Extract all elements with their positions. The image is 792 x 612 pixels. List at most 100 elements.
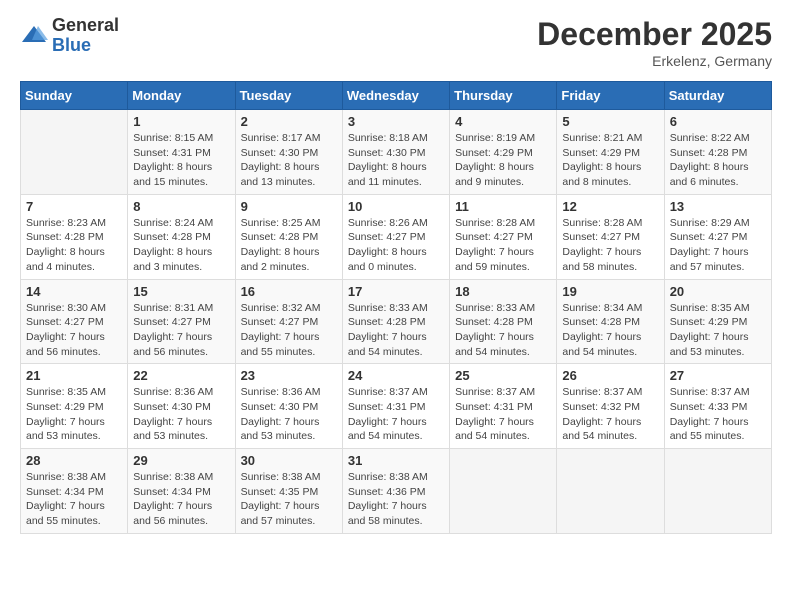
day-number: 25 — [455, 368, 551, 383]
day-info: Sunrise: 8:23 AM Sunset: 4:28 PM Dayligh… — [26, 216, 122, 275]
day-info: Sunrise: 8:34 AM Sunset: 4:28 PM Dayligh… — [562, 301, 658, 360]
day-number: 17 — [348, 284, 444, 299]
calendar-week-row: 1 Sunrise: 8:15 AM Sunset: 4:31 PM Daylig… — [21, 110, 772, 195]
calendar-cell: 9 Sunrise: 8:25 AM Sunset: 4:28 PM Daylig… — [235, 194, 342, 279]
calendar-cell: 21 Sunrise: 8:35 AM Sunset: 4:29 PM Dayli… — [21, 364, 128, 449]
day-info: Sunrise: 8:37 AM Sunset: 4:31 PM Dayligh… — [348, 385, 444, 444]
day-info: Sunrise: 8:37 AM Sunset: 4:31 PM Dayligh… — [455, 385, 551, 444]
day-number: 20 — [670, 284, 766, 299]
title-block: December 2025 Erkelenz, Germany — [537, 16, 772, 69]
calendar-header-row: SundayMondayTuesdayWednesdayThursdayFrid… — [21, 82, 772, 110]
calendar-cell: 11 Sunrise: 8:28 AM Sunset: 4:27 PM Dayli… — [450, 194, 557, 279]
day-of-week-header: Wednesday — [342, 82, 449, 110]
day-info: Sunrise: 8:25 AM Sunset: 4:28 PM Dayligh… — [241, 216, 337, 275]
day-info: Sunrise: 8:35 AM Sunset: 4:29 PM Dayligh… — [26, 385, 122, 444]
logo-general: General — [52, 15, 119, 35]
calendar-cell: 13Sunrise: 8:29 AM Sunset: 4:27 PM Dayli… — [664, 194, 771, 279]
day-info: Sunrise: 8:15 AM Sunset: 4:31 PM Dayligh… — [133, 131, 229, 190]
day-number: 7 — [26, 199, 122, 214]
calendar-cell: 12 Sunrise: 8:28 AM Sunset: 4:27 PM Dayli… — [557, 194, 664, 279]
day-info: Sunrise: 8:17 AM Sunset: 4:30 PM Dayligh… — [241, 131, 337, 190]
day-info: Sunrise: 8:28 AM Sunset: 4:27 PM Dayligh… — [562, 216, 658, 275]
day-info: Sunrise: 8:21 AM Sunset: 4:29 PM Dayligh… — [562, 131, 658, 190]
day-of-week-header: Monday — [128, 82, 235, 110]
location-subtitle: Erkelenz, Germany — [537, 53, 772, 69]
day-number: 21 — [26, 368, 122, 383]
calendar-week-row: 21 Sunrise: 8:35 AM Sunset: 4:29 PM Dayli… — [21, 364, 772, 449]
day-number: 2 — [241, 114, 337, 129]
page-header: General Blue December 2025 Erkelenz, Ger… — [20, 16, 772, 69]
day-info: Sunrise: 8:24 AM Sunset: 4:28 PM Dayligh… — [133, 216, 229, 275]
day-number: 3 — [348, 114, 444, 129]
day-info: Sunrise: 8:38 AM Sunset: 4:34 PM Dayligh… — [133, 470, 229, 529]
day-number: 11 — [455, 199, 551, 214]
calendar-cell: 27 Sunrise: 8:37 AM Sunset: 4:33 PM Dayli… — [664, 364, 771, 449]
calendar-cell: 1 Sunrise: 8:15 AM Sunset: 4:31 PM Daylig… — [128, 110, 235, 195]
day-of-week-header: Saturday — [664, 82, 771, 110]
calendar-cell: 4 Sunrise: 8:19 AM Sunset: 4:29 PM Daylig… — [450, 110, 557, 195]
day-number: 19 — [562, 284, 658, 299]
calendar-cell: 6 Sunrise: 8:22 AM Sunset: 4:28 PM Daylig… — [664, 110, 771, 195]
day-number: 27 — [670, 368, 766, 383]
day-info: Sunrise: 8:33 AM Sunset: 4:28 PM Dayligh… — [348, 301, 444, 360]
day-number: 30 — [241, 453, 337, 468]
day-info: Sunrise: 8:37 AM Sunset: 4:33 PM Dayligh… — [670, 385, 766, 444]
day-info: Sunrise: 8:38 AM Sunset: 4:34 PM Dayligh… — [26, 470, 122, 529]
calendar-cell — [450, 449, 557, 534]
day-info: Sunrise: 8:36 AM Sunset: 4:30 PM Dayligh… — [133, 385, 229, 444]
day-number: 29 — [133, 453, 229, 468]
calendar-cell: 26 Sunrise: 8:37 AM Sunset: 4:32 PM Dayli… — [557, 364, 664, 449]
calendar-cell: 16Sunrise: 8:32 AM Sunset: 4:27 PM Dayli… — [235, 279, 342, 364]
day-info: Sunrise: 8:19 AM Sunset: 4:29 PM Dayligh… — [455, 131, 551, 190]
calendar-cell: 29 Sunrise: 8:38 AM Sunset: 4:34 PM Dayli… — [128, 449, 235, 534]
day-number: 6 — [670, 114, 766, 129]
day-info: Sunrise: 8:31 AM Sunset: 4:27 PM Dayligh… — [133, 301, 229, 360]
logo-icon — [20, 22, 48, 50]
calendar-cell: 24 Sunrise: 8:37 AM Sunset: 4:31 PM Dayli… — [342, 364, 449, 449]
day-info: Sunrise: 8:30 AM Sunset: 4:27 PM Dayligh… — [26, 301, 122, 360]
day-number: 1 — [133, 114, 229, 129]
day-number: 24 — [348, 368, 444, 383]
month-title: December 2025 — [537, 16, 772, 53]
calendar-cell: 14 Sunrise: 8:30 AM Sunset: 4:27 PM Dayli… — [21, 279, 128, 364]
calendar-cell: 19 Sunrise: 8:34 AM Sunset: 4:28 PM Dayli… — [557, 279, 664, 364]
calendar-cell: 7 Sunrise: 8:23 AM Sunset: 4:28 PM Daylig… — [21, 194, 128, 279]
calendar-cell: 2 Sunrise: 8:17 AM Sunset: 4:30 PM Daylig… — [235, 110, 342, 195]
day-number: 26 — [562, 368, 658, 383]
calendar-cell — [21, 110, 128, 195]
day-info: Sunrise: 8:18 AM Sunset: 4:30 PM Dayligh… — [348, 131, 444, 190]
day-number: 14 — [26, 284, 122, 299]
calendar-week-row: 28 Sunrise: 8:38 AM Sunset: 4:34 PM Dayli… — [21, 449, 772, 534]
day-info: Sunrise: 8:22 AM Sunset: 4:28 PM Dayligh… — [670, 131, 766, 190]
day-of-week-header: Sunday — [21, 82, 128, 110]
day-info: Sunrise: 8:35 AM Sunset: 4:29 PM Dayligh… — [670, 301, 766, 360]
day-info: Sunrise: 8:38 AM Sunset: 4:36 PM Dayligh… — [348, 470, 444, 529]
calendar-table: SundayMondayTuesdayWednesdayThursdayFrid… — [20, 81, 772, 534]
day-info: Sunrise: 8:29 AM Sunset: 4:27 PM Dayligh… — [670, 216, 766, 275]
calendar-cell: 5 Sunrise: 8:21 AM Sunset: 4:29 PM Daylig… — [557, 110, 664, 195]
day-info: Sunrise: 8:33 AM Sunset: 4:28 PM Dayligh… — [455, 301, 551, 360]
day-info: Sunrise: 8:32 AM Sunset: 4:27 PM Dayligh… — [241, 301, 337, 360]
calendar-cell: 31Sunrise: 8:38 AM Sunset: 4:36 PM Dayli… — [342, 449, 449, 534]
day-number: 28 — [26, 453, 122, 468]
day-number: 5 — [562, 114, 658, 129]
calendar-cell — [557, 449, 664, 534]
calendar-week-row: 14 Sunrise: 8:30 AM Sunset: 4:27 PM Dayli… — [21, 279, 772, 364]
day-of-week-header: Thursday — [450, 82, 557, 110]
day-number: 4 — [455, 114, 551, 129]
calendar-cell: 30 Sunrise: 8:38 AM Sunset: 4:35 PM Dayli… — [235, 449, 342, 534]
calendar-cell: 22Sunrise: 8:36 AM Sunset: 4:30 PM Dayli… — [128, 364, 235, 449]
day-info: Sunrise: 8:38 AM Sunset: 4:35 PM Dayligh… — [241, 470, 337, 529]
logo-text: General Blue — [52, 16, 119, 56]
calendar-cell: 15Sunrise: 8:31 AM Sunset: 4:27 PM Dayli… — [128, 279, 235, 364]
calendar-cell: 28 Sunrise: 8:38 AM Sunset: 4:34 PM Dayli… — [21, 449, 128, 534]
day-info: Sunrise: 8:37 AM Sunset: 4:32 PM Dayligh… — [562, 385, 658, 444]
day-info: Sunrise: 8:36 AM Sunset: 4:30 PM Dayligh… — [241, 385, 337, 444]
day-number: 12 — [562, 199, 658, 214]
calendar-cell: 10Sunrise: 8:26 AM Sunset: 4:27 PM Dayli… — [342, 194, 449, 279]
day-info: Sunrise: 8:28 AM Sunset: 4:27 PM Dayligh… — [455, 216, 551, 275]
day-of-week-header: Tuesday — [235, 82, 342, 110]
day-number: 9 — [241, 199, 337, 214]
logo-blue: Blue — [52, 35, 91, 55]
calendar-cell: 20 Sunrise: 8:35 AM Sunset: 4:29 PM Dayli… — [664, 279, 771, 364]
